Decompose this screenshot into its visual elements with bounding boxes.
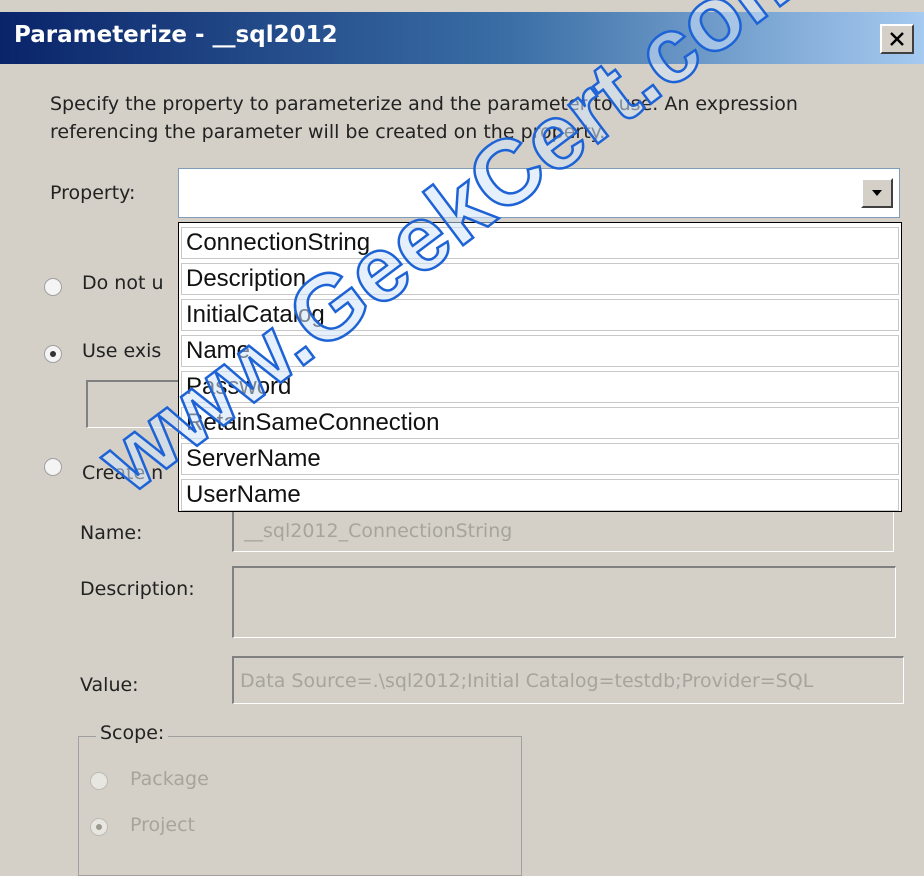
description-field[interactable] [232,566,896,638]
use-existing-radio[interactable] [44,345,62,363]
name-label: Name: [80,522,143,544]
project-radio[interactable] [90,818,108,836]
project-label: Project [130,814,196,836]
dropdown-option-password[interactable]: Password [181,371,899,403]
name-field[interactable]: __sql2012_ConnectionString [232,506,894,552]
close-button[interactable] [880,24,914,54]
value-field[interactable]: Data Source=.\sql2012;Initial Catalog=te… [232,656,904,704]
chevron-down-icon [872,190,882,196]
instructions-text: Specify the property to parameterize and… [50,93,798,143]
property-dropdown-button[interactable] [861,178,893,208]
package-radio[interactable] [90,772,108,790]
value-label: Value: [80,674,139,696]
close-icon [890,32,904,46]
property-combobox[interactable] [178,168,900,218]
create-new-label: Create n [82,462,164,484]
dropdown-option-retainsameconnection[interactable]: RetainSameConnection [181,407,899,439]
value-field-value: Data Source=.\sql2012;Initial Catalog=te… [240,670,814,692]
scope-groupbox [78,736,522,876]
property-label: Property: [50,182,136,204]
do-not-use-radio[interactable] [44,278,62,296]
scope-legend: Scope: [96,722,169,744]
create-new-radio[interactable] [44,458,62,476]
dropdown-option-username[interactable]: UserName [181,479,899,511]
use-existing-label: Use exis [82,340,162,362]
description-label: Description: [80,578,195,600]
dropdown-option-initialcatalog[interactable]: InitialCatalog [181,299,899,331]
dropdown-option-servername[interactable]: ServerName [181,443,899,475]
property-dropdown-list: ConnectionString Description InitialCata… [178,222,902,512]
name-field-value: __sql2012_ConnectionString [244,520,513,542]
package-label: Package [130,768,209,790]
do-not-use-label: Do not u [82,272,164,294]
title-bar: Parameterize - __sql2012 [0,12,924,64]
dropdown-option-description[interactable]: Description [181,263,899,295]
dropdown-option-name[interactable]: Name [181,335,899,367]
dropdown-option-connectionstring[interactable]: ConnectionString [181,227,899,259]
window-title: Parameterize - __sql2012 [14,22,338,48]
